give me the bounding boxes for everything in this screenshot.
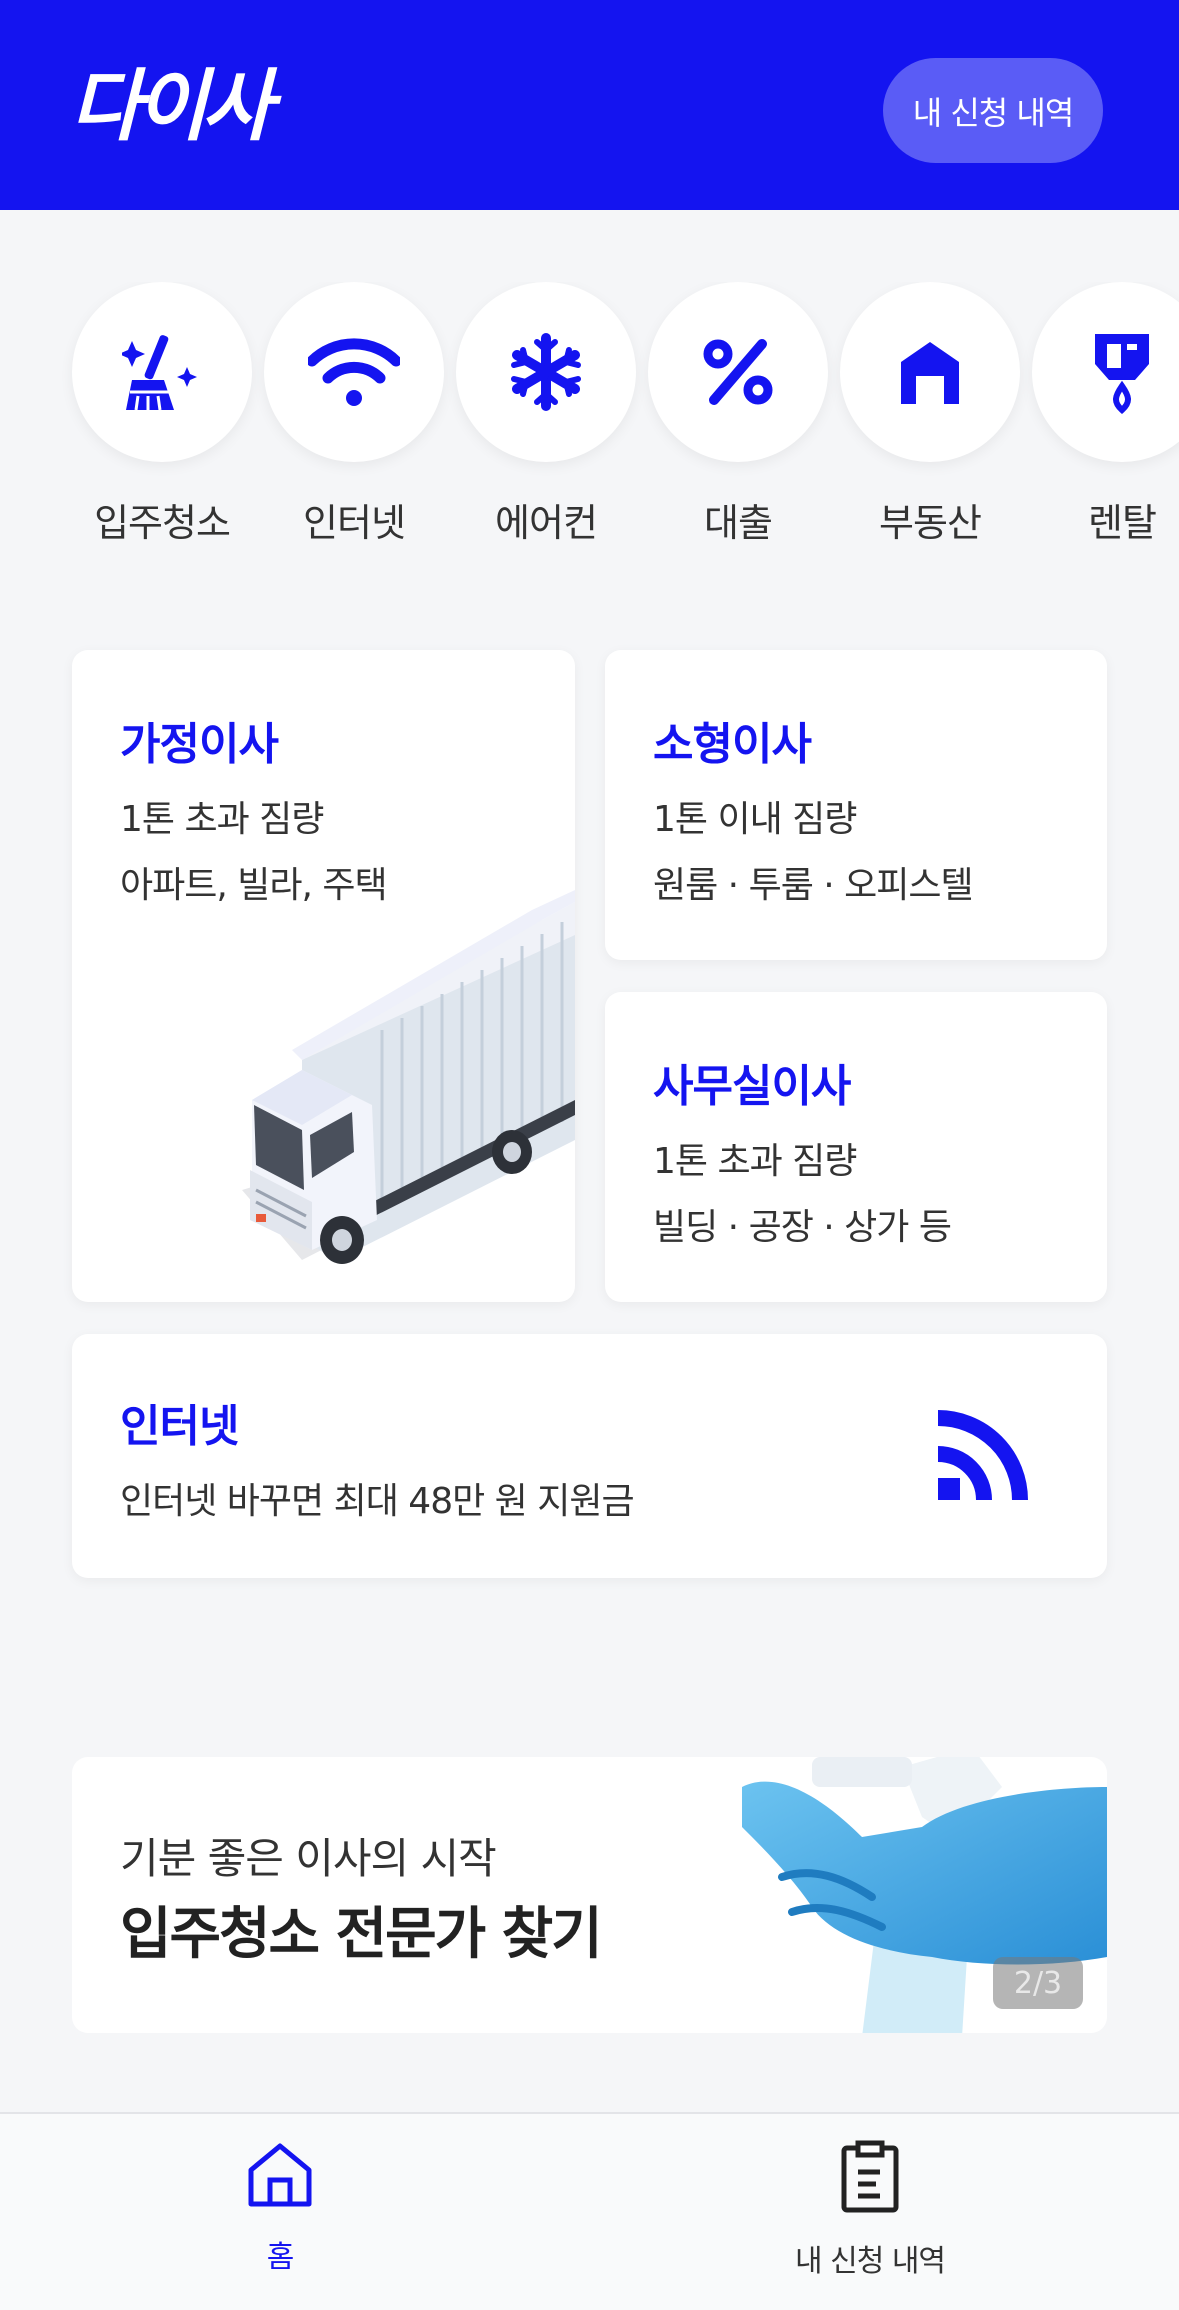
wifi-signal-icon — [938, 1410, 1028, 1500]
category-aircon[interactable]: 에어컨 — [456, 282, 636, 547]
my-requests-button[interactable]: 내 신청 내역 — [883, 58, 1103, 163]
bottom-nav: 홈 내 신청 내역 — [0, 2112, 1179, 2310]
category-label: 부동산 — [879, 501, 982, 545]
card-line: 인터넷 바꾸면 최대 48만 원 지원금 — [120, 1481, 635, 1522]
snowflake-icon — [511, 333, 581, 411]
cleaning-broom-icon — [122, 335, 197, 411]
card-title: 인터넷 — [120, 1401, 239, 1452]
category-realestate[interactable]: 부동산 — [840, 282, 1020, 547]
category-label: 인터넷 — [303, 501, 406, 545]
category-loan[interactable]: 대출 — [648, 282, 828, 547]
category-label: 에어컨 — [495, 501, 598, 545]
nav-label: 홈 — [266, 2240, 295, 2275]
clipboard-icon — [841, 2140, 899, 2213]
category-circle — [648, 282, 828, 462]
card-line: 1톤 이내 짐량 — [653, 799, 857, 840]
category-circle — [264, 282, 444, 462]
promo-banner[interactable]: 기분 좋은 이사의 시작 입주청소 전문가 찾기 2/3 — [72, 1757, 1107, 2033]
banner-title: 입주청소 전문가 찾기 — [120, 1902, 603, 1967]
card-line: 1톤 초과 짐량 — [653, 1141, 857, 1182]
small-move-card[interactable]: 소형이사 1톤 이내 짐량 원룸 · 투룸 · 오피스텔 — [605, 650, 1107, 960]
category-cleaning[interactable]: 입주청소 — [72, 282, 252, 547]
nav-home[interactable]: 홈 — [130, 2140, 430, 2276]
category-label: 대출 — [704, 501, 773, 545]
category-circle — [72, 282, 252, 462]
card-title: 가정이사 — [120, 719, 279, 770]
category-circle — [840, 282, 1020, 462]
category-rental[interactable]: 렌탈 — [1032, 282, 1179, 547]
house-icon — [901, 342, 959, 404]
category-circle — [1032, 282, 1179, 462]
card-title: 사무실이사 — [653, 1061, 851, 1112]
category-circle — [456, 282, 636, 462]
nav-label: 내 신청 내역 — [794, 2244, 946, 2279]
banner-subtitle: 기분 좋은 이사의 시작 — [120, 1834, 497, 1883]
internet-card[interactable]: 인터넷 인터넷 바꾸면 최대 48만 원 지원금 — [72, 1334, 1107, 1578]
nav-my-requests[interactable]: 내 신청 내역 — [720, 2140, 1020, 2280]
category-scroll-row[interactable]: 입주청소 인터넷 에어컨 대출 부동산 렌탈 — [0, 282, 1179, 582]
app-logo[interactable]: 다이사 — [70, 62, 273, 152]
card-line: 1톤 초과 짐량 — [120, 799, 324, 840]
banner-pager: 2/3 — [993, 1957, 1083, 2009]
truck-illustration — [242, 890, 575, 1264]
home-move-card[interactable]: 가정이사 1톤 초과 짐량 아파트, 빌라, 주택 — [72, 650, 575, 1302]
card-title: 소형이사 — [653, 719, 812, 770]
wifi-icon — [308, 338, 400, 406]
home-icon — [248, 2143, 312, 2207]
percent-icon — [703, 339, 773, 405]
card-line: 빌딩 · 공장 · 상가 등 — [653, 1207, 952, 1248]
category-label: 렌탈 — [1088, 501, 1157, 545]
office-move-card[interactable]: 사무실이사 1톤 초과 짐량 빌딩 · 공장 · 상가 등 — [605, 992, 1107, 1302]
water-purifier-icon — [1095, 334, 1149, 414]
category-internet[interactable]: 인터넷 — [264, 282, 444, 547]
card-line: 원룸 · 투룸 · 오피스텔 — [653, 865, 974, 906]
app-header: 다이사 내 신청 내역 — [0, 0, 1179, 210]
category-label: 입주청소 — [94, 501, 231, 545]
